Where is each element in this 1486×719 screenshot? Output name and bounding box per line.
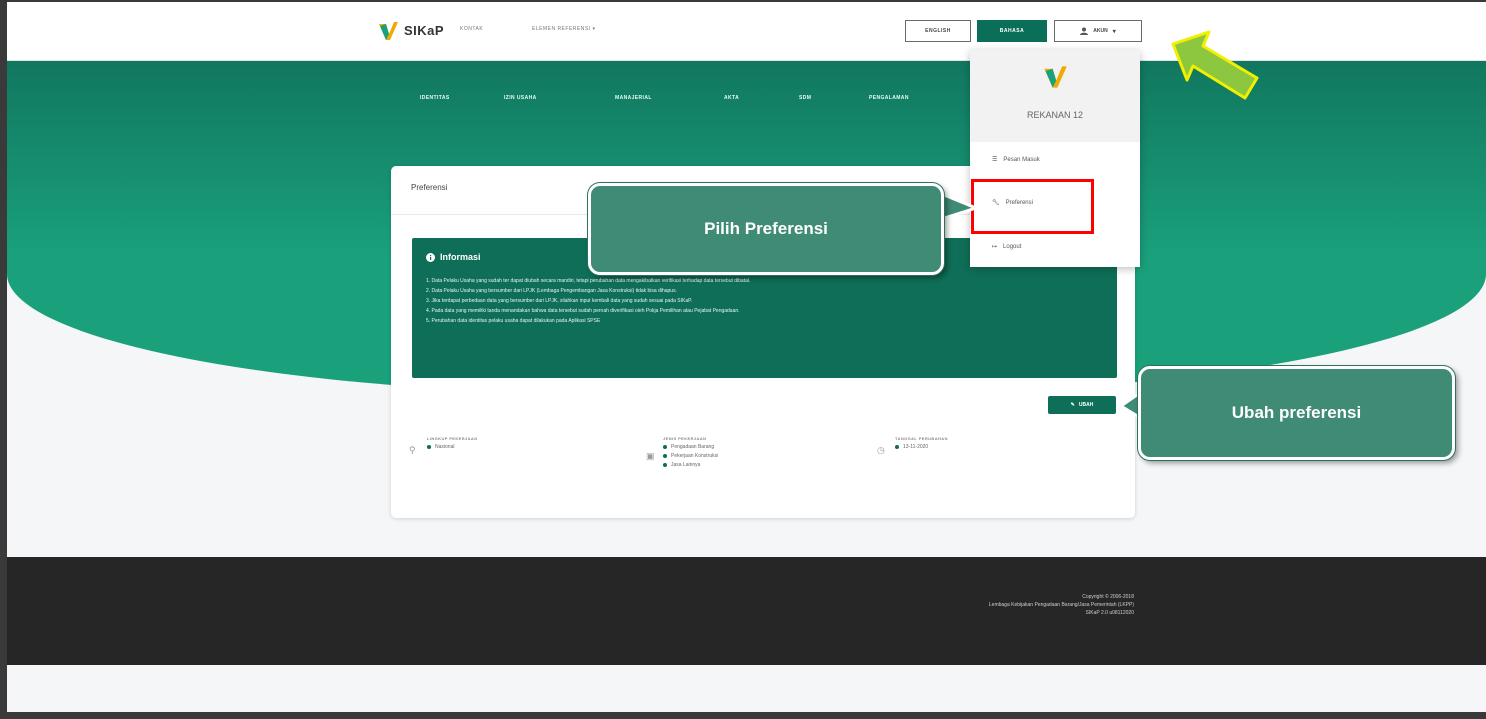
chevron-down-icon: ▾	[1112, 28, 1116, 35]
preferensi-highlight-box	[971, 179, 1094, 234]
sikap-logo-icon[interactable]	[377, 20, 399, 42]
menu-item-label: Pesan Masuk	[1003, 156, 1040, 163]
menu-item-label: Logout	[1003, 243, 1022, 250]
footer-copyright: Copyright © 2006-2018	[1082, 594, 1134, 600]
menu-item-pesan-masuk[interactable]: ☰ Pesan Masuk	[992, 156, 1040, 164]
lang-english-button[interactable]: ENGLISH	[905, 20, 971, 42]
info-item: 1. Data Pelaku Usaha yang sudah ter dapa…	[426, 278, 751, 284]
tanggal-value-text: 13-11-2020	[903, 444, 929, 450]
bullet-icon	[663, 463, 667, 467]
tanggal-label: TANGGAL PERUBAHAN	[895, 436, 948, 441]
account-dropdown: REKANAN 12 ☰ Pesan Masuk 🔧︎ Preferensi ↦ Lo…	[970, 50, 1140, 267]
user-icon	[1080, 27, 1089, 35]
info-item: 2. Data Pelaku Usaha yang bersumber dari…	[426, 288, 677, 294]
pointer-arrow-icon	[1171, 30, 1259, 100]
nav-link-kontak[interactable]: KONTAK	[460, 26, 483, 32]
lingkup-value-text: Nasional	[435, 444, 455, 450]
jenis-value: Pekerjaan Konstruksi	[663, 453, 718, 459]
info-item: 4. Pada data yang memiliki tanda menanda…	[426, 308, 740, 314]
bullet-icon	[663, 445, 667, 449]
nav-link-referensi[interactable]: ELEMEN REFERENSI ▾	[532, 26, 595, 32]
jenis-pekerjaan: JENIS PEKERJAAN Pengadaan Barang Pekerja…	[663, 436, 718, 468]
account-button[interactable]: AKUN ▾	[1054, 20, 1142, 42]
info-title-text: Informasi	[440, 252, 481, 262]
info-icon	[426, 252, 435, 262]
jenis-label: JENIS PEKERJAAN	[663, 436, 707, 441]
info-item: 5. Perubahan data identitas pelaku usaha…	[426, 318, 601, 324]
callout-pilih-preferensi: Pilih Preferensi	[588, 183, 944, 275]
tanggal-perubahan: TANGGAL PERUBAHAN 13-11-2020	[895, 436, 948, 450]
info-title: Informasi	[426, 252, 481, 262]
menu-item-logout[interactable]: ↦ Logout	[992, 243, 1022, 251]
tab-pengalaman[interactable]: PENGALAMAN	[869, 95, 909, 101]
inbox-icon: ☰	[992, 157, 998, 163]
jenis-value-text: Jasa Lainnya	[671, 462, 701, 468]
dropdown-header: REKANAN 12	[970, 50, 1140, 142]
page-title: Preferensi	[411, 183, 448, 192]
jenis-value: Pengadaan Barang	[663, 444, 718, 450]
tab-akta[interactable]: AKTA	[724, 95, 739, 101]
lingkup-label: LINGKUP PEKERJAAN	[427, 436, 478, 441]
edit-icon: ✎	[1070, 402, 1075, 408]
tanggal-value: 13-11-2020	[895, 444, 948, 450]
briefcase-icon: ▣	[646, 451, 655, 461]
jenis-value-text: Pekerjaan Konstruksi	[671, 453, 719, 459]
footer-version: SIKaP 2.0 u08112020	[1085, 610, 1134, 616]
bullet-icon	[663, 454, 667, 458]
footer: Copyright © 2006-2018 Lembaga Kebijakan …	[7, 557, 1486, 665]
tab-izin-usaha[interactable]: IZIN USAHA	[504, 95, 537, 101]
ubah-button[interactable]: ✎ UBAH	[1048, 396, 1116, 414]
jenis-value: Jasa Lainnya	[663, 462, 718, 468]
tab-identitas[interactable]: IDENTITAS	[420, 95, 450, 101]
lingkup-pekerjaan: LINGKUP PEKERJAAN Nasional	[427, 436, 478, 450]
tab-sdm[interactable]: SDM	[799, 95, 811, 101]
lang-bahasa-button[interactable]: BAHASA	[977, 20, 1047, 42]
jenis-value-text: Pengadaan Barang	[671, 444, 715, 450]
lingkup-value: Nasional	[427, 444, 478, 450]
clock-icon: ◷	[877, 445, 885, 455]
ubah-label: UBAH	[1078, 402, 1094, 408]
location-pin-icon: ⚲	[409, 445, 416, 455]
info-item: 3. Jika terdapat perbedaan data yang ber…	[426, 298, 693, 304]
callout-ubah-preferensi: Ubah preferensi	[1138, 366, 1455, 460]
bullet-icon	[427, 445, 431, 449]
screenshot-frame: SIKaP KONTAK ELEMEN REFERENSI ▾ ENGLISH …	[0, 0, 1486, 719]
sikap-logo-icon	[1044, 66, 1067, 88]
logout-icon: ↦	[992, 244, 998, 250]
dropdown-username: REKANAN 12	[1026, 110, 1084, 120]
bullet-icon	[895, 445, 899, 449]
tab-manajerial[interactable]: MANAJERIAL	[615, 95, 652, 101]
footer-text: Copyright © 2006-2018 Lembaga Kebijakan …	[989, 593, 1134, 617]
info-list: 1. Data Pelaku Usaha yang sudah ter dapa…	[426, 276, 750, 326]
footer-org: Lembaga Kebijakan Pengadaan Barang/Jasa …	[988, 602, 1134, 608]
account-label: AKUN	[1093, 28, 1108, 34]
brand-name[interactable]: SIKaP	[404, 23, 444, 38]
